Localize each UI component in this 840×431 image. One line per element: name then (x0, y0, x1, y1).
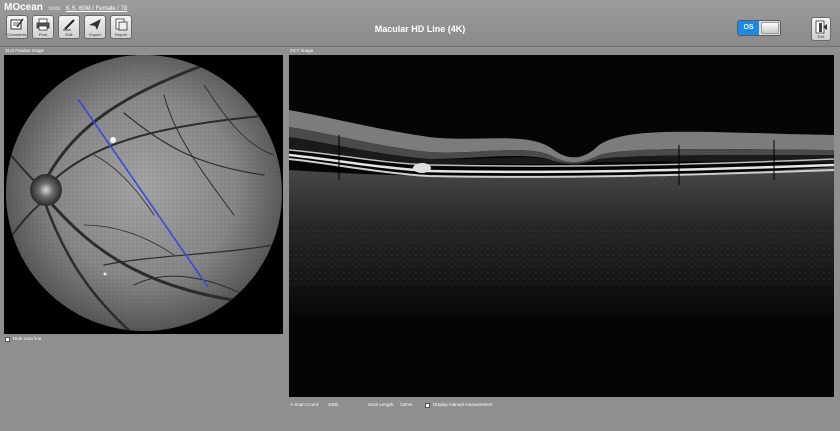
exit-icon (815, 20, 827, 34)
a-scan-count-value: 4000 (328, 402, 339, 407)
a-scan-count-label: A-Scan Count: (290, 402, 320, 407)
oct-scan-picture (289, 110, 834, 315)
scan-length-value: 12mm (400, 402, 413, 407)
top-toolbar: MOcean xxxx K.S. 60M / Female / 78 Comme… (0, 0, 840, 47)
patient-info-link[interactable]: K.S. 60M / Female / 78 (66, 6, 127, 12)
exit-button[interactable]: Exit (811, 17, 831, 41)
hide-scan-line-checkbox[interactable] (5, 337, 10, 342)
toggle-knob[interactable] (761, 22, 779, 34)
manual-measurement-label: Display manual measurement (433, 402, 493, 407)
hide-scan-line-label: Hide scan line (13, 336, 42, 341)
patient-header: MOcean xxxx K.S. 60M / Female / 78 (4, 2, 127, 14)
fundus-picture (6, 55, 282, 331)
oct-image[interactable] (289, 55, 834, 397)
manual-measurement-checkbox[interactable] (425, 403, 430, 408)
slo-fundus-image[interactable] (4, 55, 283, 334)
eye-selector-toggle[interactable]: OS (737, 20, 781, 36)
eye-selected-label: OS (738, 21, 759, 35)
scan-length-label: Scan Length: (368, 402, 395, 407)
exit-label: Exit (817, 34, 825, 39)
app-name: MOcean (4, 2, 43, 13)
oct-panel-title: OCT Image (290, 48, 314, 53)
page-title: Macular HD Line (4K) (374, 24, 466, 34)
patient-id: xxxx (48, 6, 61, 12)
slo-panel-title: SLO Fundus Image (5, 48, 45, 53)
